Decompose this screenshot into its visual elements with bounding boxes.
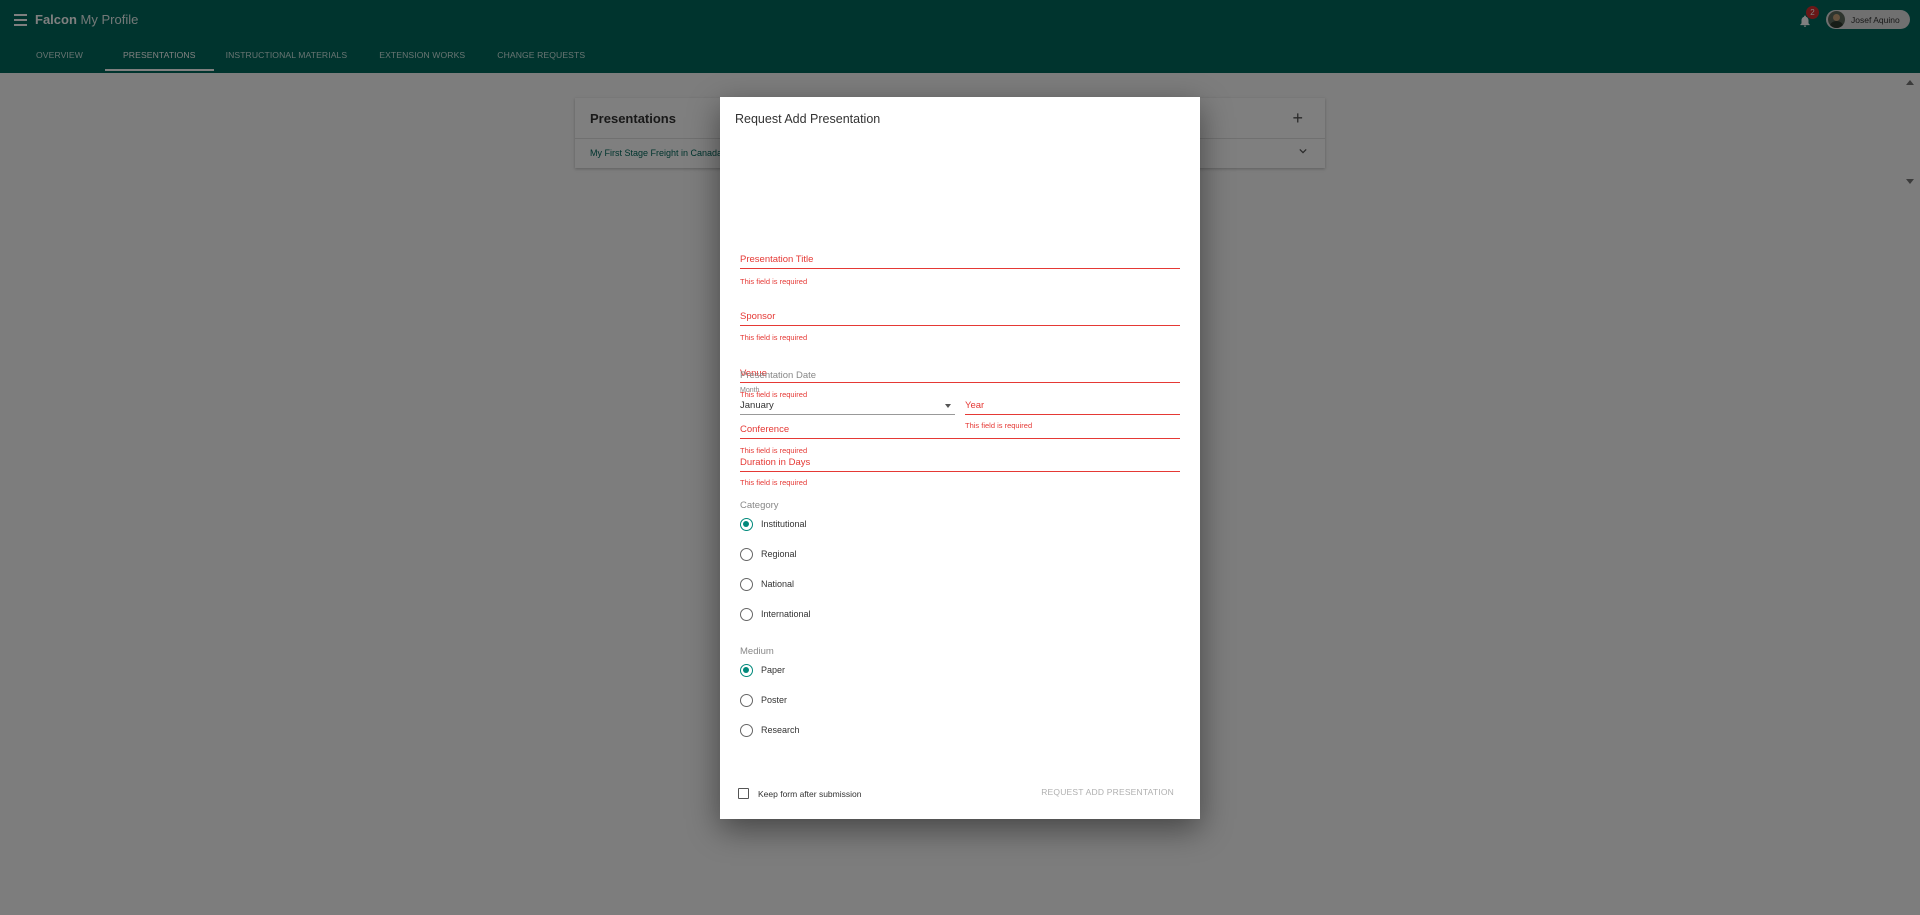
- category-radio-regional[interactable]: Regional: [740, 547, 797, 561]
- radio-label: Institutional: [761, 519, 807, 529]
- radio-checked-icon: [740, 517, 753, 531]
- radio-unchecked-icon: [740, 607, 753, 621]
- sponsor-field[interactable]: Sponsor: [740, 308, 1180, 326]
- keep-form-checkbox[interactable]: Keep form after submission: [738, 788, 861, 799]
- medium-radio-poster[interactable]: Poster: [740, 693, 787, 707]
- keep-form-label: Keep form after submission: [758, 788, 862, 799]
- presentation-date-label: Presentation Date: [740, 370, 817, 381]
- radio-unchecked-icon: [740, 577, 753, 591]
- presentation-title-field[interactable]: Presentation Title: [740, 251, 1180, 269]
- dialog-title: Request Add Presentation: [735, 112, 881, 126]
- radio-label: National: [761, 579, 795, 589]
- conference-field[interactable]: Conference: [740, 421, 1180, 439]
- radio-label: Paper: [761, 665, 786, 675]
- radio-label: International: [761, 609, 811, 619]
- duration-field[interactable]: Duration in Days: [740, 454, 1180, 472]
- radio-label: Regional: [761, 549, 797, 559]
- request-add-presentation-button[interactable]: REQUEST ADD PRESENTATION: [1041, 787, 1174, 797]
- category-radio-institutional[interactable]: Institutional: [740, 517, 807, 531]
- radio-checked-icon: [740, 663, 753, 677]
- category-radio-national[interactable]: National: [740, 577, 794, 591]
- radio-label: Poster: [761, 695, 788, 705]
- category-radio-international[interactable]: International: [740, 607, 811, 621]
- year-input[interactable]: [965, 397, 1180, 414]
- year-field[interactable]: Year: [965, 397, 1180, 415]
- radio-unchecked-icon: [740, 723, 753, 737]
- caret-down-icon: [945, 404, 951, 408]
- month-select[interactable]: January: [740, 397, 955, 415]
- presentation-title-input[interactable]: [740, 251, 1180, 268]
- conference-input[interactable]: [740, 421, 1180, 438]
- duration-input[interactable]: [740, 454, 1180, 471]
- month-value: January: [740, 400, 774, 411]
- radio-label: Research: [761, 725, 800, 735]
- radio-unchecked-icon: [740, 547, 753, 561]
- medium-radio-paper[interactable]: Paper: [740, 663, 785, 677]
- medium-radio-research[interactable]: Research: [740, 723, 800, 737]
- sponsor-error: This field is required: [740, 333, 808, 342]
- radio-unchecked-icon: [740, 693, 753, 707]
- presentation-title-error: This field is required: [740, 277, 808, 286]
- checkbox-unchecked-icon: [738, 788, 749, 799]
- sponsor-input[interactable]: [740, 308, 1180, 325]
